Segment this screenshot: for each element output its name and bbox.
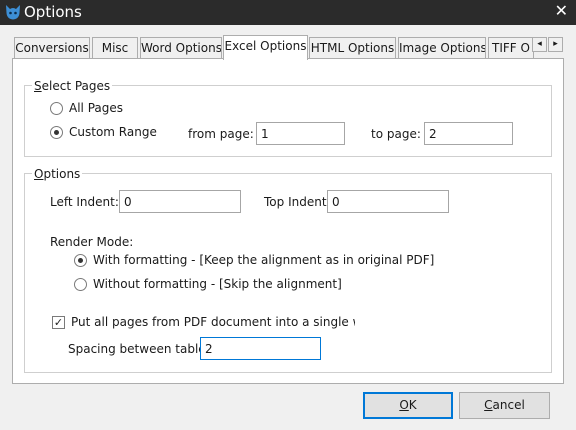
all-pages-label: All Pages [69,101,123,115]
spacing-input[interactable] [200,337,321,360]
render-mode-label: Render Mode: [50,235,134,249]
top-indent-input[interactable] [327,190,449,213]
tab-misc[interactable]: Misc [92,37,138,59]
from-page-label: from page: [188,127,254,141]
to-page-label: to page: [371,127,421,141]
tab-image-options[interactable]: Image Options [398,37,486,59]
options-legend: Options [32,167,83,181]
top-indent-label: Top Indent: [264,195,331,209]
with-formatting-radio[interactable] [74,254,87,267]
title-bar: Options ✕ [0,0,576,25]
to-page-input[interactable] [424,122,513,145]
tab-scroll-left-icon[interactable]: ◂ [532,37,547,52]
spacing-label: Spacing between tables: [68,342,216,356]
select-pages-group [24,85,552,157]
custom-range-radio[interactable] [50,126,63,139]
tab-tiff-options[interactable]: TIFF O [488,37,534,59]
ok-button[interactable]: OK [363,392,453,419]
select-pages-legend: Select Pages [32,79,113,93]
custom-range-label: Custom Range [69,125,157,139]
cancel-button[interactable]: Cancel [459,392,550,419]
left-indent-label: Left Indent: [50,195,119,209]
cat-logo-icon [6,5,20,20]
without-formatting-radio[interactable] [74,278,87,291]
tab-conversions[interactable]: Conversions [14,37,90,59]
window-title: Options [24,3,82,21]
close-icon[interactable]: ✕ [555,1,568,21]
tab-word-options[interactable]: Word Options [140,37,222,59]
all-pages-radio[interactable] [50,102,63,115]
tab-strip: Conversions Misc Word Options Excel Opti… [12,35,564,60]
excel-options-panel: Select Pages All Pages Custom Range from… [12,58,564,384]
tab-html-options[interactable]: HTML Options [309,37,396,59]
tab-scroll-right-icon[interactable]: ▸ [548,37,563,52]
single-worksheet-label: Put all pages from PDF document into a s… [71,315,355,329]
from-page-input[interactable] [256,122,345,145]
with-formatting-label: With formatting - [Keep the alignment as… [93,253,435,267]
tab-excel-options[interactable]: Excel Options [223,35,308,60]
single-worksheet-checkbox[interactable]: ✓ [52,316,65,329]
without-formatting-label: Without formatting - [Skip the alignment… [93,277,342,291]
left-indent-input[interactable] [119,190,241,213]
